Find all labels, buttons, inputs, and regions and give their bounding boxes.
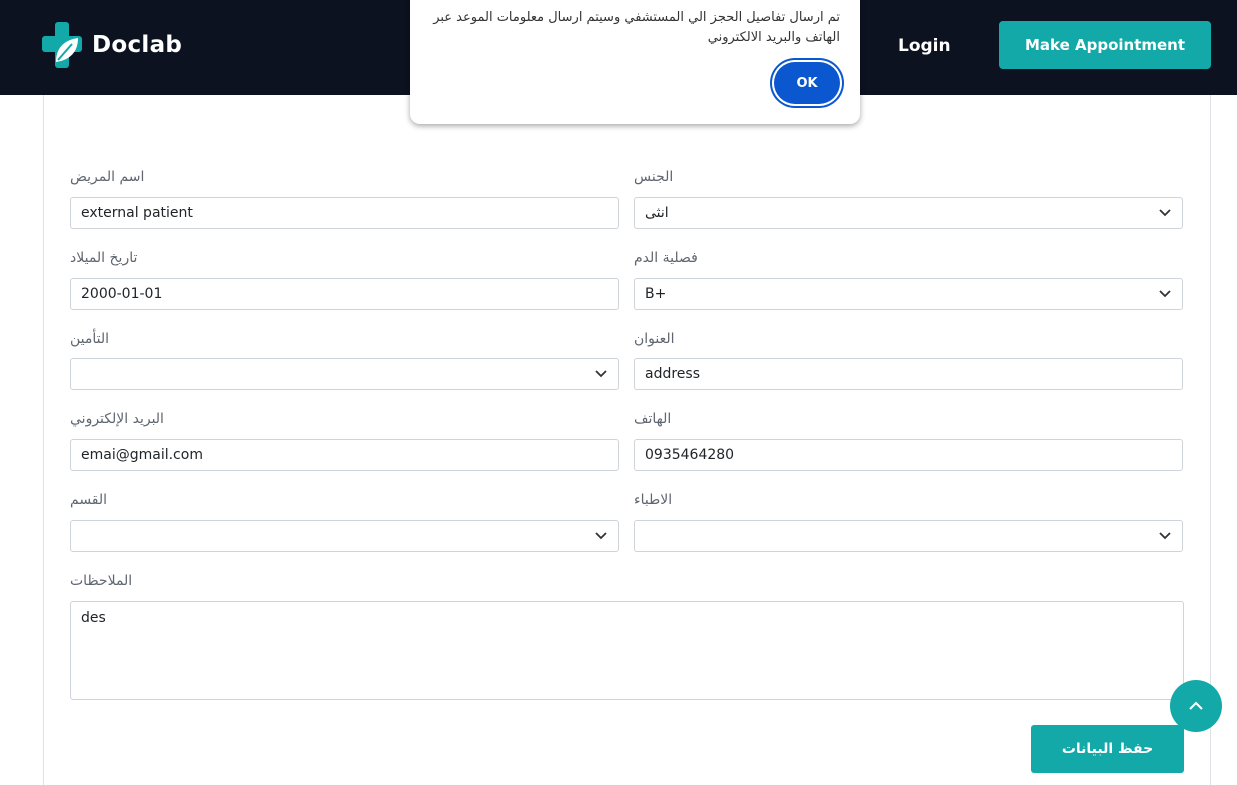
phone-input[interactable]: 0935464280 [634, 439, 1183, 471]
ok-button[interactable]: OK [774, 62, 840, 104]
blood-type-select[interactable]: B+ [634, 278, 1183, 310]
birth-date-value: 2000-01-01 [81, 286, 163, 302]
chevron-down-icon [1159, 532, 1171, 540]
make-appointment-button[interactable]: Make Appointment [999, 21, 1211, 69]
chevron-up-icon [1189, 701, 1203, 710]
doctors-select[interactable] [634, 520, 1183, 552]
phone-value: 0935464280 [645, 447, 735, 463]
notes-textarea[interactable]: des [70, 601, 1184, 700]
birth-date-label: تاريخ الميلاد [70, 250, 138, 266]
email-value: emai@gmail.com [81, 447, 203, 463]
doctors-label: الاطباء [634, 492, 673, 508]
insurance-select[interactable] [70, 358, 619, 390]
logo[interactable]: Doclab [42, 22, 182, 68]
login-link[interactable]: Login [898, 36, 951, 56]
address-input[interactable]: address [634, 358, 1183, 390]
gender-value: انثى [645, 205, 669, 221]
alert-dialog: تم ارسال تفاصيل الحجز الي المستشفي وسيتم… [410, 0, 860, 124]
email-label: البريد الإلكتروني [70, 411, 164, 427]
notes-value: des [81, 610, 106, 626]
department-label: القسم [70, 492, 108, 508]
department-select[interactable] [70, 520, 619, 552]
blood-type-label: فصلية الدم [634, 250, 698, 266]
chevron-down-icon [1159, 290, 1171, 298]
gender-select[interactable]: انثى [634, 197, 1183, 229]
insurance-label: التأمين [70, 331, 110, 347]
blood-type-value: B+ [645, 286, 667, 302]
save-data-button[interactable]: حفظ البيانات [1031, 725, 1184, 773]
address-value: address [645, 366, 701, 382]
patient-name-input[interactable]: external patient [70, 197, 619, 229]
birth-date-input[interactable]: 2000-01-01 [70, 278, 619, 310]
email-input[interactable]: emai@gmail.com [70, 439, 619, 471]
notes-label: الملاحظات [70, 573, 133, 589]
medical-cross-leaf-icon [42, 22, 82, 68]
chevron-down-icon [595, 370, 607, 378]
alert-message: تم ارسال تفاصيل الحجز الي المستشفي وسيتم… [433, 10, 840, 45]
gender-label: الجنس [634, 169, 674, 185]
patient-name-label: اسم المريض [70, 169, 145, 185]
chevron-down-icon [1159, 209, 1171, 217]
address-label: العنوان [634, 331, 675, 347]
chevron-down-icon [595, 532, 607, 540]
logo-text: Doclab [92, 32, 183, 58]
patient-name-value: external patient [81, 205, 193, 221]
phone-label: الهاتف [634, 411, 672, 427]
